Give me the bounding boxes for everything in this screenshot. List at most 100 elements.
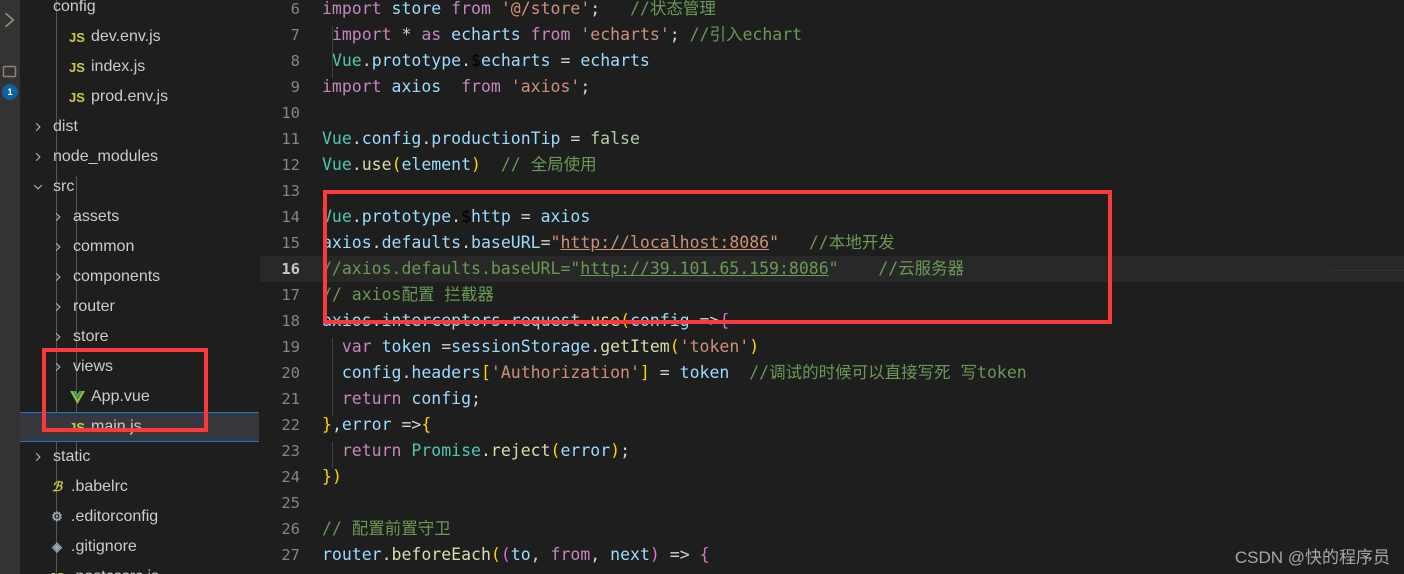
tree-item--gitignore[interactable]: ◈ .gitignore	[20, 532, 259, 562]
vscode-window: 1 config JS dev.env.js JS index.js JS prod.env…	[0, 0, 1404, 574]
tree-item-label: assets	[73, 208, 120, 225]
chevron-right-icon[interactable]	[0, 6, 20, 34]
code-lines[interactable]: 6 import store from '@/store'; //状态管理 7 im…	[260, 0, 1404, 568]
code-line-text: Vue.config.productionTip = false	[322, 129, 640, 148]
code-line[interactable]: 8 Vue.prototype.$echarts = echarts	[260, 48, 1404, 74]
code-line-text: axios.interceptors.request.use(config =>…	[322, 311, 730, 330]
tree-item--babelrc[interactable]: ℬ .babelrc	[20, 472, 259, 502]
line-number: 17	[281, 286, 300, 304]
babel-icon: ℬ	[51, 479, 63, 494]
tree-item-node-modules[interactable]: node_modules	[20, 142, 259, 172]
code-line[interactable]: 12 Vue.use(element) // 全局使用	[260, 152, 1404, 178]
tree-item-main-js[interactable]: JS main.js	[20, 412, 259, 442]
code-line-text: return config;	[341, 389, 481, 408]
tree-item-label: index.js	[91, 58, 146, 75]
code-line[interactable]: 7 import * as echarts from 'echarts'; //…	[260, 22, 1404, 48]
code-line-text: },error =>{	[322, 415, 432, 434]
divider	[1330, 270, 1404, 271]
code-line[interactable]: 19 var token =sessionStorage.getItem('to…	[260, 334, 1404, 360]
code-line[interactable]: 20 config.headers['Authorization'] = tok…	[260, 360, 1404, 386]
source-control-badge: 1	[2, 84, 18, 100]
line-number: 8	[290, 52, 300, 70]
js-icon: JS	[46, 570, 68, 574]
vue-icon	[66, 390, 88, 404]
indent-guide	[332, 338, 333, 416]
code-line[interactable]: 27 router.beforeEach((to, from, next) => …	[260, 542, 1404, 568]
code-line[interactable]: 21 return config;	[260, 386, 1404, 412]
indent-guide	[332, 442, 333, 468]
tree-item-dist[interactable]: dist	[20, 112, 259, 142]
tree-item-label: static	[53, 448, 91, 465]
line-number: 20	[281, 364, 300, 382]
code-line-text: config.headers['Authorization'] = token …	[341, 363, 1027, 382]
line-number: 10	[281, 104, 300, 122]
js-icon: JS	[69, 29, 85, 45]
line-number: 19	[281, 338, 300, 356]
tree-item-components[interactable]: components	[20, 262, 259, 292]
tree-item-prod-env-js[interactable]: JS prod.env.js	[20, 82, 259, 112]
line-number: 24	[281, 468, 300, 486]
code-line-text: axios.defaults.baseURL="http://localhost…	[322, 233, 895, 252]
code-line[interactable]: 15 axios.defaults.baseURL="http://localho…	[260, 230, 1404, 256]
code-line[interactable]: 17 // axios配置 拦截器	[260, 282, 1404, 308]
chevron-right-icon	[50, 271, 66, 283]
watermark: CSDN @快的程序员	[1234, 548, 1390, 567]
code-line-text: Vue.use(element) // 全局使用	[322, 155, 597, 174]
line-number: 12	[281, 156, 300, 174]
tree-item-index-js[interactable]: JS index.js	[20, 52, 259, 82]
code-line[interactable]: 22},error =>{	[260, 412, 1404, 438]
line-number: 6	[290, 0, 300, 18]
line-number: 15	[281, 234, 300, 252]
code-line[interactable]: 23 return Promise.reject(error);	[260, 438, 1404, 464]
code-line[interactable]: 6 import store from '@/store'; //状态管理	[260, 0, 1404, 22]
line-number: 16	[281, 260, 300, 278]
chevron-right-icon	[30, 451, 46, 463]
tree-item-app-vue[interactable]: App.vue	[20, 382, 259, 412]
code-line[interactable]: 11 Vue.config.productionTip = false	[260, 126, 1404, 152]
tree-item-views[interactable]: views	[20, 352, 259, 382]
tree-item-router[interactable]: router	[20, 292, 259, 322]
line-number: 23	[281, 442, 300, 460]
file-tree: config JS dev.env.js JS index.js JS prod.env.j…	[20, 0, 259, 574]
code-line-text: router.beforeEach((to, from, next) => {	[322, 545, 710, 564]
code-line[interactable]: 24})	[260, 464, 1404, 490]
line-number: 14	[281, 208, 300, 226]
tree-item-static[interactable]: static	[20, 442, 259, 472]
explorer-sidebar: config JS dev.env.js JS index.js JS prod.env.j…	[20, 0, 260, 574]
tree-item-config[interactable]: config	[20, 0, 259, 22]
tree-item-label: views	[73, 358, 114, 375]
tree-item-store[interactable]: store	[20, 322, 259, 352]
tree-item--postcssrc-js[interactable]: JS.postcssrc.js	[20, 562, 259, 574]
tree-item-common[interactable]: common	[20, 232, 259, 262]
code-editor[interactable]: 6 import store from '@/store'; //状态管理 7 im…	[260, 0, 1404, 574]
line-number: 7	[290, 26, 300, 44]
code-line[interactable]: 10	[260, 100, 1404, 126]
tree-item-src[interactable]: src	[20, 172, 259, 202]
tree-item-label: .babelrc	[71, 478, 128, 495]
tree-item-label: App.vue	[91, 388, 150, 405]
tree-item-label: .editorconfig	[71, 508, 159, 525]
code-line[interactable]: 13	[260, 178, 1404, 204]
line-number: 27	[281, 546, 300, 564]
source-control-icon[interactable]	[0, 60, 20, 84]
tree-item-label: config	[53, 0, 96, 15]
tree-item-assets[interactable]: assets	[20, 202, 259, 232]
tree-item-dev-env-js[interactable]: JS dev.env.js	[20, 22, 259, 52]
tree-item-label: main.js	[91, 418, 142, 435]
tree-item-label: dev.env.js	[91, 28, 161, 45]
tree-item-label: .gitignore	[71, 538, 137, 555]
line-number: 25	[281, 494, 300, 512]
code-line[interactable]: 14 Vue.prototype.$http = axios	[260, 204, 1404, 230]
code-line[interactable]: 25	[260, 490, 1404, 516]
chevron-right-icon	[50, 331, 66, 343]
code-line[interactable]: 9 import axios from 'axios';	[260, 74, 1404, 100]
chevron-right-icon	[50, 211, 66, 223]
code-line[interactable]: 26 // 配置前置守卫	[260, 516, 1404, 542]
code-line[interactable]: 18 axios.interceptors.request.use(config …	[260, 308, 1404, 334]
chevron-right-icon	[30, 151, 46, 163]
js-icon: JS	[69, 89, 85, 105]
chevron-right-icon	[50, 301, 66, 313]
chevron-right-icon	[50, 361, 66, 373]
tree-item--editorconfig[interactable]: ⚙ .editorconfig	[20, 502, 259, 532]
code-line[interactable]: 16 //axios.defaults.baseURL="http://39.10…	[260, 256, 1404, 282]
